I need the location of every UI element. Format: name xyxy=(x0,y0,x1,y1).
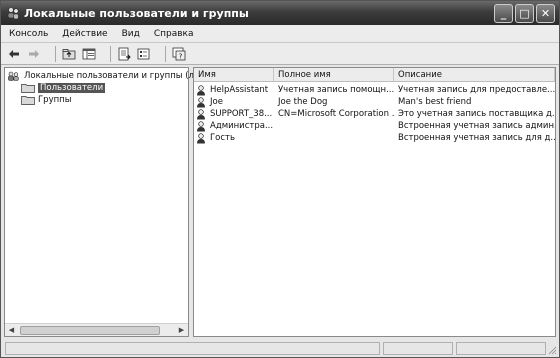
help-button[interactable]: ? xyxy=(170,45,188,63)
user-name: Гость xyxy=(210,133,236,143)
column-header-name[interactable]: Имя xyxy=(194,68,274,82)
column-header-description[interactable]: Описание xyxy=(394,68,555,82)
table-row[interactable]: Гость Встроенная учетная запись для д... xyxy=(194,132,555,144)
scroll-thumb[interactable] xyxy=(20,325,160,335)
toolbar-separator xyxy=(110,45,111,62)
list-header: Имя Полное имя Описание xyxy=(194,68,555,82)
title-bar[interactable]: Локальные пользователи и группы _ □ ✕ xyxy=(1,1,559,25)
user-full-name: Учетная запись помощн... xyxy=(278,85,394,95)
table-row[interactable]: Администра... Встроенная учетная запись … xyxy=(194,120,555,132)
table-row[interactable]: HelpAssistant Учетная запись помощн... У… xyxy=(194,84,555,96)
status-panel xyxy=(456,342,546,355)
table-row[interactable]: SUPPORT_38... CN=Microsoft Corporation .… xyxy=(194,108,555,120)
export-list-icon xyxy=(118,47,131,60)
user-description: Учетная запись для предоставле... xyxy=(398,85,555,95)
close-icon: ✕ xyxy=(540,6,551,20)
table-row[interactable]: Joe Joe the Dog Man's best friend xyxy=(194,96,555,108)
menu-console[interactable]: Консоль xyxy=(9,29,48,39)
status-bar xyxy=(1,340,559,357)
maximize-button[interactable]: □ xyxy=(515,3,534,23)
tree-pane: Локальные пользователи и группы (лок Пол… xyxy=(4,67,204,337)
help-icon: ? xyxy=(172,47,186,60)
status-panel xyxy=(383,342,453,355)
show-tree-icon xyxy=(82,48,96,59)
user-full-name: Joe the Dog xyxy=(278,97,328,107)
user-description: Встроенная учетная запись для д... xyxy=(398,133,555,143)
folder-icon xyxy=(21,96,35,105)
forward-button[interactable] xyxy=(25,45,43,63)
folder-icon xyxy=(21,84,35,93)
scroll-right-button[interactable]: ▶ xyxy=(175,324,188,337)
user-name: Администра... xyxy=(210,121,274,131)
users-groups-icon xyxy=(8,71,19,81)
users-groups-app-icon xyxy=(7,7,19,20)
resize-grip-icon[interactable] xyxy=(547,345,557,355)
up-level-button[interactable] xyxy=(60,45,78,63)
user-icon xyxy=(197,84,205,95)
menu-action[interactable]: Действие xyxy=(62,29,107,39)
menu-view[interactable]: Вид xyxy=(122,29,140,39)
maximize-icon: □ xyxy=(519,6,530,20)
user-full-name: CN=Microsoft Corporation ... xyxy=(278,109,394,119)
scroll-left-button[interactable]: ◀ xyxy=(5,324,18,337)
scroll-left-icon: ◀ xyxy=(8,326,15,334)
user-name: Joe xyxy=(210,97,223,107)
user-description: Это учетная запись поставщика д... xyxy=(398,109,555,119)
back-button[interactable] xyxy=(5,45,23,63)
forward-icon xyxy=(29,49,39,58)
show-hide-tree-button[interactable] xyxy=(80,45,98,63)
column-header-full-name[interactable]: Полное имя xyxy=(274,68,394,82)
up-folder-icon xyxy=(62,48,76,59)
status-panel xyxy=(5,342,380,355)
back-icon xyxy=(9,49,19,58)
close-button[interactable]: ✕ xyxy=(536,3,555,23)
properties-icon xyxy=(137,48,150,59)
user-icon xyxy=(197,132,205,143)
tree-item-root-label: Локальные пользователи и группы (лок xyxy=(24,71,205,81)
scroll-right-icon: ▶ xyxy=(178,326,185,334)
tree-item-users[interactable]: Пользователи xyxy=(21,82,106,94)
scroll-track[interactable] xyxy=(18,325,175,336)
properties-button[interactable] xyxy=(135,45,153,63)
toolbar-separator xyxy=(165,45,166,62)
export-list-button[interactable] xyxy=(115,45,133,63)
tree-horizontal-scrollbar[interactable]: ◀ ▶ xyxy=(5,323,188,336)
user-icon xyxy=(197,96,205,107)
user-icon xyxy=(197,108,205,119)
user-description: Встроенная учетная запись админ... xyxy=(398,121,555,131)
toolbar: ? xyxy=(1,43,559,65)
window-title: Локальные пользователи и группы xyxy=(24,6,249,20)
user-name: SUPPORT_38... xyxy=(210,109,273,119)
menu-help[interactable]: Справка xyxy=(154,29,194,39)
minimize-button[interactable]: _ xyxy=(494,3,513,23)
toolbar-separator xyxy=(55,45,56,62)
details-list: Имя Полное имя Описание HelpAssistant Уч… xyxy=(193,67,556,337)
tree-item-root[interactable]: Локальные пользователи и группы (лок xyxy=(7,70,204,82)
tree-item-users-label: Пользователи xyxy=(38,83,106,93)
user-name: HelpAssistant xyxy=(210,85,269,95)
user-description: Man's best friend xyxy=(398,97,472,107)
minimize-icon: _ xyxy=(500,6,507,20)
tree-item-groups-label: Группы xyxy=(38,95,72,105)
user-icon xyxy=(197,120,205,131)
tree-item-groups[interactable]: Группы xyxy=(21,94,71,106)
menu-bar: Консоль Действие Вид Справка xyxy=(1,25,559,43)
svg-text:?: ? xyxy=(179,52,183,60)
mmc-window: Локальные пользователи и группы _ □ ✕ Ко… xyxy=(0,0,560,358)
